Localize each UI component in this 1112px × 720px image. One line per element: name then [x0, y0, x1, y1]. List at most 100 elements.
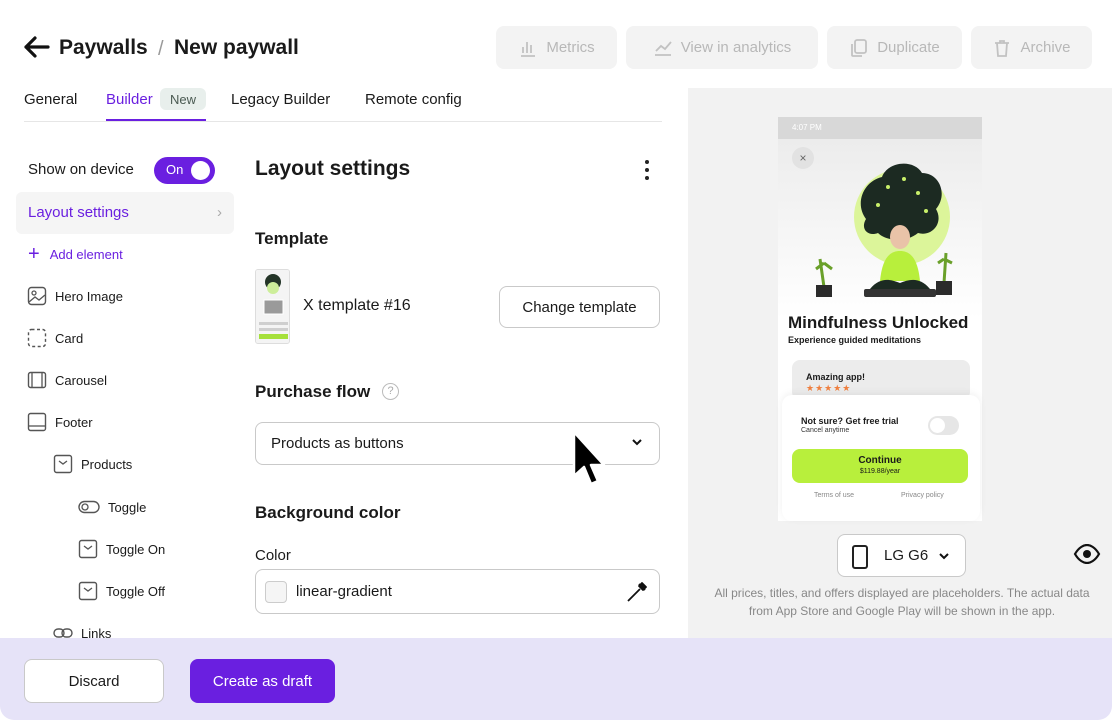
paywall-close-icon: ×	[792, 147, 814, 169]
archive-button[interactable]: Archive	[971, 26, 1092, 69]
card-icon	[27, 328, 47, 348]
purchase-flow-value: Products as buttons	[271, 435, 404, 452]
continue-price: $119.88/year	[859, 468, 901, 475]
page-title: New paywall	[174, 36, 299, 59]
tab-remote-config[interactable]: Remote config	[365, 91, 462, 108]
help-icon[interactable]: ?	[382, 383, 399, 400]
breadcrumb-paywalls[interactable]: Paywalls	[59, 36, 148, 60]
chevron-down-icon	[632, 439, 642, 446]
discard-button[interactable]: Discard	[24, 659, 164, 703]
free-trial-toggle	[928, 416, 959, 435]
color-label: Color	[255, 547, 291, 564]
sidebar-item-layout-settings[interactable]: Layout settings ›	[16, 192, 234, 234]
tab-bar: General Builder New Legacy Builder Remot…	[24, 88, 662, 122]
app-window: Paywalls / New paywall Metrics View in a…	[0, 0, 1112, 720]
show-on-device-toggle[interactable]: On	[154, 157, 215, 184]
color-input[interactable]: linear-gradient	[255, 569, 660, 614]
purchase-flow-heading: Purchase flow	[255, 382, 371, 401]
footer-icon	[27, 412, 47, 432]
duplicate-button[interactable]: Duplicate	[827, 26, 962, 69]
toggle-state-label: On	[166, 162, 184, 177]
copy-icon	[851, 38, 868, 57]
template-preview-image	[256, 270, 289, 343]
tree-item-toggle[interactable]: Toggle	[78, 497, 146, 517]
tree-label: Hero Image	[55, 288, 123, 304]
review-card: Amazing app! ★★★★★	[792, 360, 970, 400]
bottom-action-bar	[0, 638, 1112, 720]
paywall-title: Mindfulness Unlocked	[788, 313, 969, 332]
toggle-icon	[78, 500, 100, 514]
tree-label: Card	[55, 330, 84, 346]
device-select[interactable]: LG G6	[837, 534, 966, 577]
tab-general[interactable]: General	[24, 91, 77, 108]
paywall-continue-button: Continue $119.88/year	[792, 449, 968, 483]
metrics-label: Metrics	[546, 39, 595, 56]
add-element-button[interactable]: + Add element	[28, 243, 123, 265]
tab-legacy-builder[interactable]: Legacy Builder	[231, 91, 330, 108]
review-stars: ★★★★★	[806, 383, 852, 393]
status-time: 4:07 PM	[792, 123, 822, 132]
tree-item-carousel[interactable]: Carousel	[27, 370, 107, 390]
trash-icon	[995, 39, 1010, 57]
tree-item-hero-image[interactable]: Hero Image	[27, 286, 123, 306]
tree-item-toggle-on[interactable]: Toggle On	[78, 539, 165, 559]
color-swatch[interactable]	[265, 581, 287, 603]
mouse-cursor-icon	[572, 430, 606, 486]
active-tab-indicator	[106, 119, 206, 121]
template-heading: Template	[255, 229, 329, 248]
add-element-label: Add element	[49, 246, 123, 262]
eyedropper-icon[interactable]	[625, 580, 649, 604]
plus-icon: +	[28, 243, 40, 265]
carousel-icon	[27, 371, 47, 389]
tree-label: Toggle Off	[106, 583, 166, 599]
eye-icon[interactable]	[1073, 544, 1101, 564]
tree-label: Footer	[55, 414, 93, 430]
tree-item-products[interactable]: Products	[53, 454, 132, 474]
terms-link: Terms of use	[814, 492, 855, 499]
placeholder-note: All prices, titles, and offers displayed…	[714, 586, 1090, 618]
analytics-label: View in analytics	[680, 39, 792, 56]
template-name: X template #16	[303, 297, 411, 314]
line-chart-icon	[654, 40, 672, 56]
paywall-subtitle: Experience guided meditations	[788, 335, 922, 345]
state-icon	[78, 539, 98, 559]
tab-builder[interactable]: Builder	[106, 91, 153, 108]
background-color-heading: Background color	[255, 503, 401, 522]
products-icon	[53, 454, 73, 474]
change-template-button[interactable]: Change template	[499, 286, 660, 328]
metrics-button[interactable]: Metrics	[496, 26, 617, 69]
tree-item-footer[interactable]: Footer	[27, 412, 93, 432]
view-analytics-button[interactable]: View in analytics	[626, 26, 818, 69]
free-trial-subtitle: Cancel anytime	[801, 427, 850, 434]
layout-settings-title: Layout settings	[255, 157, 411, 180]
bar-chart-icon	[521, 41, 536, 57]
state-icon	[78, 581, 98, 601]
device-name: LG G6	[884, 547, 929, 564]
privacy-link: Privacy policy	[901, 492, 944, 499]
phone-status-bar: 4:07 PM	[778, 117, 982, 139]
back-arrow-icon[interactable]	[24, 36, 50, 58]
phone-icon	[852, 545, 868, 569]
chevron-right-icon: ›	[217, 204, 222, 221]
more-options-icon[interactable]	[640, 158, 654, 182]
tree-label: Toggle	[108, 499, 147, 515]
meditation-illustration	[815, 163, 953, 297]
tree-label: Products	[81, 456, 133, 472]
tree-label: Toggle On	[106, 541, 166, 557]
archive-label: Archive	[1020, 39, 1071, 56]
chevron-down-icon	[939, 553, 949, 560]
show-on-device-label: Show on device	[28, 161, 134, 178]
layout-settings-label: Layout settings	[28, 204, 129, 221]
new-badge: New	[160, 88, 206, 110]
breadcrumb-separator: /	[158, 38, 164, 60]
tree-label: Carousel	[55, 372, 108, 388]
color-value: linear-gradient	[296, 583, 392, 600]
free-trial-title: Not sure? Get free trial	[801, 416, 899, 426]
continue-label: Continue	[858, 455, 902, 466]
image-icon	[27, 286, 47, 306]
duplicate-label: Duplicate	[877, 39, 940, 56]
create-draft-button[interactable]: Create as draft	[190, 659, 335, 703]
tree-item-toggle-off[interactable]: Toggle Off	[78, 581, 165, 601]
tree-item-card[interactable]: Card	[27, 328, 83, 348]
template-thumbnail	[255, 269, 290, 344]
